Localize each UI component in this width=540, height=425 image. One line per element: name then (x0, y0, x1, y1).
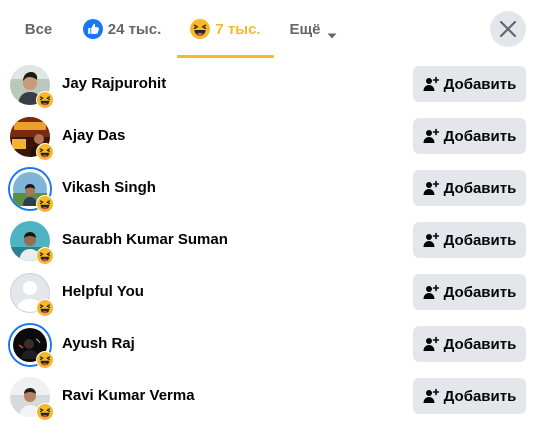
avatar-container[interactable] (10, 65, 54, 109)
reaction-tabs: Все 24 тыс. 7 тыс. Ещё (0, 0, 540, 58)
add-friend-label: Добавить (443, 127, 517, 145)
avatar-container[interactable] (10, 273, 54, 317)
add-friend-button[interactable]: Добавить (413, 378, 526, 414)
reactors-list: Jay Rajpurohit Добавить Ajay Das Добавит… (0, 58, 540, 422)
add-friend-icon (423, 128, 439, 144)
close-button[interactable] (490, 11, 526, 47)
list-item: Ayush Raj Добавить (0, 318, 540, 370)
list-item: Helpful You Добавить (0, 266, 540, 318)
caret-down-icon (327, 26, 337, 39)
add-friend-icon (423, 284, 439, 300)
add-friend-icon (423, 76, 439, 92)
avatar-container[interactable] (10, 221, 54, 265)
tab-like[interactable]: 24 тыс. (75, 0, 169, 58)
tab-haha-count: 7 тыс. (215, 20, 261, 38)
list-item: Jay Rajpurohit Добавить (0, 58, 540, 110)
haha-reaction-icon (36, 351, 54, 369)
add-friend-label: Добавить (443, 335, 517, 353)
list-item: Vikash Singh Добавить (0, 162, 540, 214)
like-reaction-icon (82, 19, 103, 39)
add-friend-icon (423, 180, 439, 196)
add-friend-label: Добавить (443, 283, 517, 301)
list-item: Ajay Das Добавить (0, 110, 540, 162)
add-friend-label: Добавить (443, 179, 517, 197)
avatar-container[interactable] (10, 117, 54, 161)
add-friend-icon (423, 336, 439, 352)
add-friend-button[interactable]: Добавить (413, 222, 526, 258)
haha-reaction-icon (36, 299, 54, 317)
tab-more[interactable]: Ещё (280, 0, 346, 58)
person-name[interactable]: Saurabh Kumar Suman (62, 231, 228, 248)
person-name[interactable]: Vikash Singh (62, 179, 156, 196)
add-friend-button[interactable]: Добавить (413, 66, 526, 102)
avatar-container[interactable] (10, 325, 54, 369)
person-name[interactable]: Ravi Kumar Verma (62, 387, 195, 404)
haha-reaction-icon (36, 195, 54, 213)
add-friend-icon (423, 388, 439, 404)
haha-reaction-icon (36, 403, 54, 421)
person-name[interactable]: Helpful You (62, 283, 144, 300)
add-friend-button[interactable]: Добавить (413, 170, 526, 206)
haha-reaction-icon (36, 143, 54, 161)
add-friend-button[interactable]: Добавить (413, 326, 526, 362)
list-item: Saurabh Kumar Suman Добавить (0, 214, 540, 266)
person-name[interactable]: Jay Rajpurohit (62, 75, 166, 92)
add-friend-button[interactable]: Добавить (413, 118, 526, 154)
haha-reaction-icon (36, 247, 54, 265)
add-friend-label: Добавить (443, 387, 517, 405)
add-friend-label: Добавить (443, 231, 517, 249)
add-friend-button[interactable]: Добавить (413, 274, 526, 310)
tab-more-label: Ещё (289, 20, 321, 38)
haha-reaction-icon (36, 91, 54, 109)
person-name[interactable]: Ajay Das (62, 127, 125, 144)
list-item: Ravi Kumar Verma Добавить (0, 370, 540, 422)
tab-all[interactable]: Все (12, 0, 65, 58)
tab-like-count: 24 тыс. (107, 20, 162, 38)
close-icon (499, 20, 517, 38)
haha-reaction-icon (190, 19, 211, 39)
tab-haha[interactable]: 7 тыс. (177, 0, 274, 58)
tab-all-label: Все (24, 20, 53, 38)
avatar-container[interactable] (10, 377, 54, 421)
person-name[interactable]: Ayush Raj (62, 335, 135, 352)
add-friend-label: Добавить (443, 75, 517, 93)
avatar-container[interactable] (10, 169, 54, 213)
add-friend-icon (423, 232, 439, 248)
